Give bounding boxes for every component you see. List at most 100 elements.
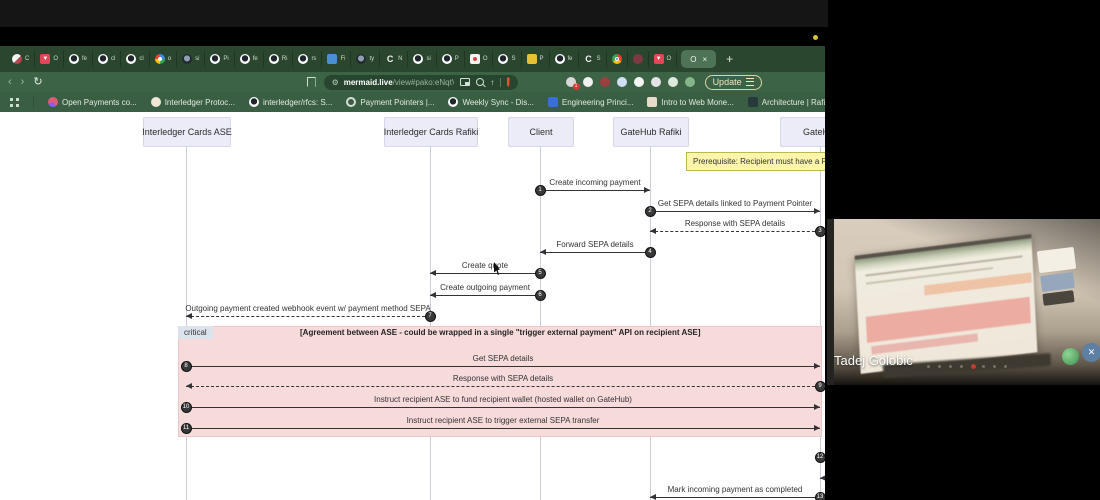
critical-title: [Agreement between ASE - could be wrappe… <box>300 328 701 337</box>
extensions-row: 1 <box>565 77 695 90</box>
projected-dock-dot <box>971 364 976 369</box>
arrowhead-icon <box>540 249 546 255</box>
tab-label: O <box>53 56 59 62</box>
tab-label: fe <box>82 56 88 62</box>
message-line <box>540 190 650 191</box>
github-favicon-icon <box>413 54 424 64</box>
browser-tab[interactable]: rs <box>293 51 323 67</box>
message-label: Create quote <box>461 261 509 270</box>
browser-tab[interactable]: P <box>522 51 550 67</box>
bookmark-icon[interactable] <box>306 77 316 87</box>
extension-3-icon[interactable] <box>599 77 610 87</box>
browser-tab[interactable]: S <box>579 51 607 67</box>
extension-2-icon[interactable] <box>582 77 593 87</box>
github-favicon-icon <box>554 54 565 64</box>
browser-tab[interactable]: P <box>437 51 465 67</box>
message-line <box>540 252 650 253</box>
apps-grid-icon[interactable] <box>10 97 19 107</box>
update-button[interactable]: Update <box>704 74 762 90</box>
close-reaction-icon[interactable]: ✕ <box>1082 343 1100 362</box>
bookmark-item[interactable]: Payment Pointers |... <box>346 97 434 107</box>
actor-box: Interledger Cards ASE <box>142 117 232 147</box>
github-favicon-icon <box>298 54 309 64</box>
extension-7-icon[interactable] <box>667 77 678 87</box>
extension-5-icon[interactable] <box>633 77 644 87</box>
projected-dock-dot <box>1004 365 1007 368</box>
google-favicon-icon <box>154 54 165 64</box>
browser-tab[interactable]: O <box>35 51 65 67</box>
video-call-top-bar <box>0 0 828 27</box>
tab-label: N <box>398 56 403 62</box>
message-line <box>186 366 820 367</box>
media-controls-icon[interactable] <box>460 78 471 86</box>
browser-tab[interactable]: ty <box>351 51 381 67</box>
browser-toolbar: ‹ › ↻ ⚙ mermaid.live/view#pako:eNqtVk1v2… <box>0 72 825 92</box>
extension-8-icon[interactable] <box>684 77 695 87</box>
arrowhead-icon <box>186 383 192 389</box>
bookmark-label: Open Payments co... <box>62 97 137 107</box>
bookmark-item[interactable]: interledger/rfcs: S... <box>248 97 332 107</box>
reaction-emoji-icon[interactable] <box>1062 348 1079 365</box>
mermaid-diagram-page: Interledger Cards ASE Interledger Cards R… <box>0 112 825 500</box>
browser-tab[interactable]: Fi <box>322 51 352 67</box>
message-line <box>430 273 540 274</box>
reload-icon[interactable]: ↻ <box>33 76 42 88</box>
browser-tab[interactable]: si <box>177 51 206 67</box>
webcam-video-tile: Tadej Golobic ✕ <box>827 219 1100 385</box>
bookmark-item[interactable]: Interledger Protoc... <box>150 97 235 107</box>
tab-label: P <box>454 56 459 62</box>
browser-tab[interactable]: o <box>150 51 178 67</box>
extension-1-icon[interactable]: 1 <box>565 77 580 90</box>
browser-tab[interactable]: cl <box>121 51 150 67</box>
tab-label: O <box>482 56 488 62</box>
bookmark-item[interactable]: Weekly Sync - Dis... <box>448 97 534 107</box>
message-number-badge: 10 <box>180 401 192 413</box>
openpayments-favicon-icon <box>48 97 58 107</box>
extension-4-icon[interactable] <box>616 77 627 87</box>
browser-tab[interactable]: fe <box>64 51 94 67</box>
active-tab[interactable]: O × <box>681 50 717 68</box>
browser-tab[interactable]: cl <box>93 51 122 67</box>
extension-6-icon[interactable] <box>650 77 661 87</box>
projected-dock-dot <box>960 365 963 368</box>
address-bar[interactable]: ⚙ mermaid.live/view#pako:eNqtVk1v2kAQ_Su… <box>323 74 518 90</box>
tab-label: P <box>539 56 544 62</box>
url-text[interactable]: mermaid.live/view#pako:eNqtVk1v2kAQ_Suj7… <box>344 78 455 87</box>
tab-label: Pi <box>223 56 229 62</box>
browser-tab[interactable]: fe <box>235 51 264 67</box>
bookmark-item[interactable]: Intro to Web Mone... <box>647 97 734 107</box>
github-favicon-icon <box>498 54 509 64</box>
github-favicon-icon <box>248 97 259 107</box>
browser-tab[interactable]: N <box>380 51 409 67</box>
browser-tab[interactable]: Ri <box>264 51 294 67</box>
tab-close-icon[interactable]: × <box>702 55 707 64</box>
arrowhead-icon <box>820 475 825 481</box>
brave-shield-icon[interactable] <box>506 77 510 87</box>
browser-tab[interactable] <box>607 51 628 67</box>
blue-doc-favicon-icon <box>547 97 558 107</box>
message-label: Create incoming payment <box>549 178 641 187</box>
new-tab-button[interactable]: + <box>726 52 733 66</box>
browser-tab[interactable]: si <box>408 51 437 67</box>
bookmark-item[interactable]: Open Payments co... <box>48 97 137 107</box>
browser-tab[interactable]: fe <box>550 51 579 67</box>
bookmark-item[interactable]: Engineering Princi... <box>547 97 633 107</box>
projected-dock-dot <box>949 365 952 368</box>
back-icon[interactable]: ‹ <box>8 76 12 88</box>
browser-tab[interactable]: C <box>7 51 36 67</box>
projected-dock-dot <box>993 365 996 368</box>
site-settings-icon[interactable]: ⚙ <box>332 78 339 87</box>
browser-tab[interactable]: O <box>649 51 678 67</box>
browser-tab[interactable] <box>628 51 649 67</box>
browser-tab[interactable]: S <box>493 51 522 67</box>
maroon-dot-favicon-icon <box>632 54 643 64</box>
zoom-icon[interactable] <box>476 78 485 86</box>
forward-icon[interactable]: › <box>21 76 25 88</box>
yellow-square-favicon-icon <box>526 54 537 64</box>
browser-tab[interactable]: O <box>465 51 494 67</box>
bookmark-item[interactable]: Architecture | Rafiki <box>747 97 825 107</box>
browser-tab[interactable]: Pi <box>205 51 235 67</box>
github-favicon-icon <box>98 54 109 64</box>
ring-favicon-icon <box>346 97 357 107</box>
share-icon[interactable]: ↑ <box>490 78 494 87</box>
